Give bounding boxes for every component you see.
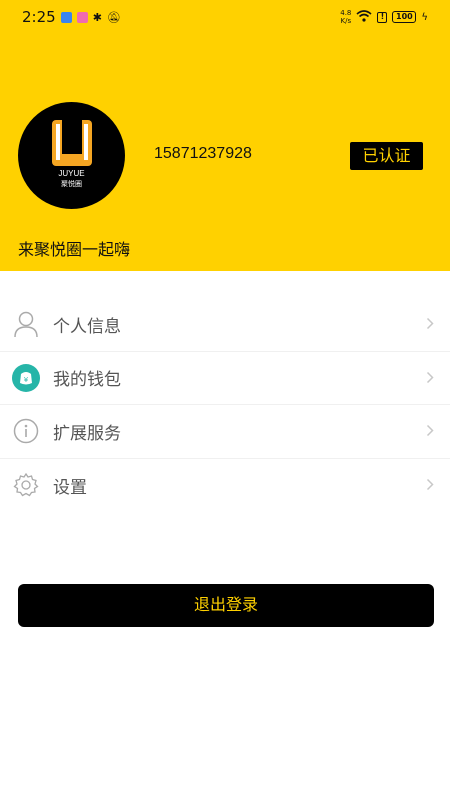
profile-header: JUYUE 聚悦圈 15871237928 已认证 来聚悦圈一起嗨: [0, 0, 450, 271]
menu-item-personal-info[interactable]: 个人信息: [0, 298, 450, 352]
chevron-right-icon: [426, 315, 434, 334]
menu-item-extended-services[interactable]: 扩展服务: [0, 405, 450, 459]
svg-text:聚悦圈: 聚悦圈: [61, 179, 82, 188]
avatar[interactable]: JUYUE 聚悦圈: [18, 102, 125, 209]
app-notification-icon: [60, 11, 72, 23]
status-time: 2:25: [22, 8, 56, 26]
menu-item-label: 我的钱包: [53, 370, 121, 391]
menu-item-label: 扩展服务: [53, 423, 121, 444]
menu-item-settings[interactable]: 设置: [0, 459, 450, 513]
menu-item-wallet[interactable]: ¥ 我的钱包: [0, 352, 450, 405]
wallet-icon: ¥: [12, 363, 40, 392]
chevron-right-icon: [426, 422, 434, 441]
network-speed: 4.8 K/s: [340, 9, 352, 25]
charging-icon: ϟ: [421, 11, 428, 23]
chevron-right-icon: [426, 368, 434, 387]
bluetooth-icon: ✱: [92, 10, 102, 24]
phone-number: 15871237928: [154, 145, 252, 162]
profile-slogan: 来聚悦圈一起嗨: [18, 240, 131, 259]
info-icon: [12, 417, 40, 445]
verified-badge: 已认证: [350, 142, 423, 170]
profile-menu: 个人信息 ¥ 我的钱包 扩展服务 设置: [0, 298, 450, 512]
menu-item-label: 个人信息: [53, 316, 121, 337]
person-icon: [12, 310, 40, 338]
svg-text:JUYUE: JUYUE: [58, 169, 84, 178]
brand-logo-icon: JUYUE 聚悦圈: [52, 120, 92, 188]
chevron-right-icon: [426, 476, 434, 495]
app-notification-icon-2: [76, 11, 88, 23]
wifi-icon: [356, 9, 372, 25]
logout-button[interactable]: 退出登录: [18, 584, 434, 627]
gear-icon: [12, 471, 40, 499]
mute-icon: 🔕︎: [106, 10, 121, 24]
menu-item-label: 设置: [53, 477, 87, 498]
status-bar: 2:25 ✱ 🔕︎ 4.8 K/s ! 100 ϟ: [0, 0, 450, 34]
sim-alert-icon: !: [377, 11, 388, 23]
svg-text:¥: ¥: [24, 376, 29, 384]
battery-indicator: 100: [392, 11, 417, 23]
